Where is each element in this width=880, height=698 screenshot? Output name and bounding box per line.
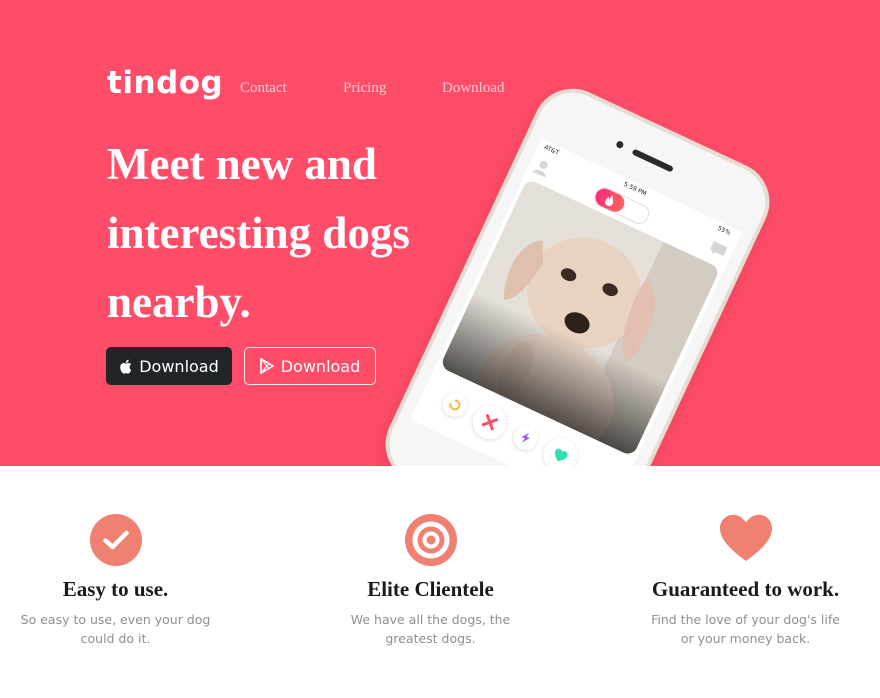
phone-camera (615, 140, 625, 150)
apple-download-button[interactable]: Download (106, 347, 232, 385)
boost-icon (509, 421, 542, 454)
google-play-download-label: Download (280, 356, 361, 376)
bullseye-icon (404, 514, 457, 571)
apple-download-label: Download (139, 356, 219, 376)
feature-text: So easy to use, even your dog could do i… (20, 612, 211, 646)
status-battery: 55% (716, 224, 732, 237)
messages-icon (710, 241, 728, 256)
profile-icon (532, 160, 548, 178)
nope-icon (467, 399, 513, 445)
google-play-download-button[interactable]: Download (244, 347, 376, 385)
like-icon (537, 432, 584, 466)
brand-logo[interactable]: tindog (107, 68, 223, 99)
hero-headline: Meet new and interesting dogs nearby. (107, 139, 410, 327)
feature-text: Find the love of your dog's life or your… (651, 612, 840, 646)
nav-link-download[interactable]: Download (442, 80, 505, 97)
phone-screen: AT&T 5:59 PM 55% (410, 138, 742, 466)
flame-icon (605, 194, 614, 207)
check-circle-icon (89, 514, 142, 571)
heart-icon (719, 514, 773, 567)
features-section: Easy to use. So easy to use, even your d… (0, 466, 880, 698)
hero-section: tindog Contact Pricing Download Meet new… (0, 0, 880, 466)
feature-text: We have all the dogs, the greatest dogs. (350, 612, 511, 646)
feature-title: Guaranteed to work. (651, 577, 840, 601)
feature-title: Easy to use. (62, 577, 169, 601)
rewind-icon (438, 388, 471, 421)
nav-link-pricing[interactable]: Pricing (343, 80, 386, 97)
feature-title: Elite Clientele (367, 577, 494, 601)
google-play-icon (259, 358, 274, 374)
apple-icon (119, 359, 132, 374)
phone-speaker (631, 148, 674, 173)
nav-link-contact[interactable]: Contact (240, 80, 287, 97)
